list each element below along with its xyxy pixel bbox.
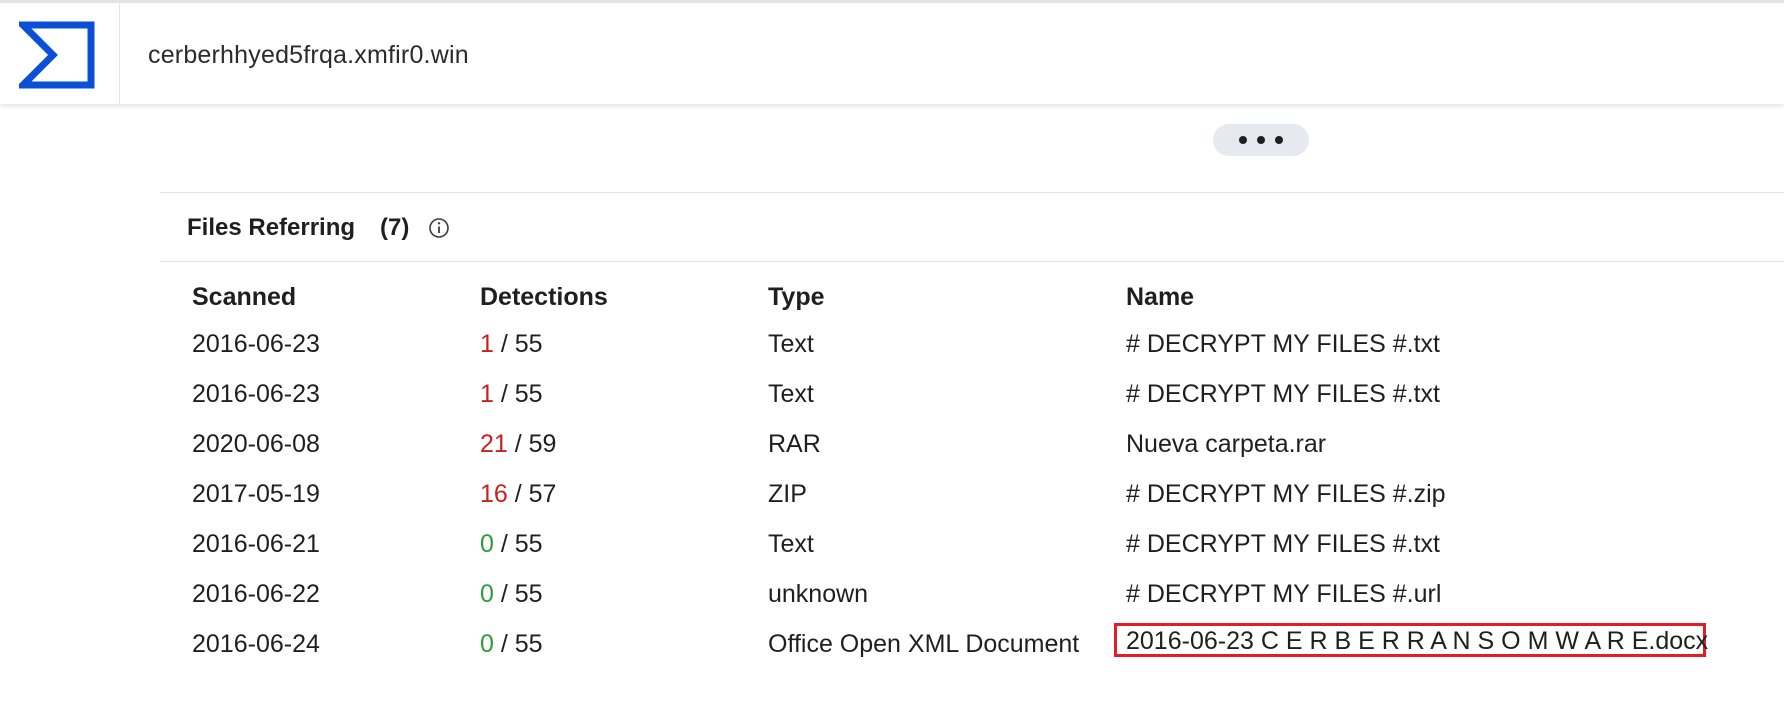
detections-separator: /	[507, 430, 529, 458]
column-header-type[interactable]: Type	[768, 283, 825, 312]
file-name-link[interactable]: # DECRYPT MY FILES #.txt	[1126, 330, 1440, 359]
detections-total: 55	[514, 630, 543, 658]
detections-ratio: 0 / 55	[480, 630, 543, 659]
file-name-link[interactable]: 2016-06-23 C E R B E R R A N S O M W A R…	[1126, 627, 1708, 656]
file-type: Text	[768, 530, 814, 558]
detections-separator: /	[493, 530, 515, 558]
scanned-date: 2020-06-08	[192, 430, 320, 458]
detections-ratio: 0 / 55	[480, 580, 543, 609]
detections-ratio: 16 / 57	[480, 480, 556, 509]
file-type: ZIP	[768, 480, 807, 508]
scanned-date: 2016-06-23	[192, 380, 320, 408]
table-row[interactable]: 2016-06-21 0 / 55 Text # DECRYPT MY FILES #…	[160, 530, 1784, 580]
file-name-link[interactable]: # DECRYPT MY FILES #.url	[1126, 580, 1441, 609]
detections-separator: /	[493, 330, 515, 358]
file-type: Office Open XML Document	[768, 630, 1080, 658]
detections-separator: /	[493, 630, 515, 658]
virustotal-sigma-logo-icon[interactable]	[19, 21, 95, 89]
detections-count: 0	[480, 580, 494, 608]
detections-count: 0	[480, 630, 494, 658]
file-name-link[interactable]: Nueva carpeta.rar	[1126, 430, 1326, 459]
more-horizontal-icon	[1275, 136, 1283, 144]
detections-count: 16	[480, 480, 508, 508]
file-name-link[interactable]: # DECRYPT MY FILES #.zip	[1126, 480, 1446, 509]
file-type: unknown	[768, 580, 869, 608]
detections-total: 59	[528, 430, 557, 458]
detections-ratio: 0 / 55	[480, 530, 543, 559]
section-count: (7)	[380, 214, 410, 241]
table-row[interactable]: 2016-06-23 1 / 55 Text # DECRYPT MY FILES #…	[160, 380, 1784, 430]
detections-total: 55	[514, 330, 543, 358]
detections-ratio: 1 / 55	[480, 330, 543, 359]
scanned-date: 2017-05-19	[192, 480, 320, 508]
detections-count: 0	[480, 530, 494, 558]
file-name-link[interactable]: # DECRYPT MY FILES #.txt	[1126, 530, 1440, 559]
detections-count: 1	[480, 330, 494, 358]
file-type: Text	[768, 380, 814, 408]
files-referring-card: Files Referring (7) Scanned Detections T…	[160, 192, 1784, 708]
more-options-button[interactable]	[1213, 124, 1309, 156]
detections-total: 57	[528, 480, 557, 508]
detections-count: 1	[480, 380, 494, 408]
detections-ratio: 1 / 55	[480, 380, 543, 409]
scanned-date: 2016-06-22	[192, 580, 320, 608]
more-horizontal-icon	[1239, 136, 1247, 144]
table-row[interactable]: 2020-06-08 21 / 59 RAR Nueva carpeta.rar	[160, 430, 1784, 480]
file-type: Text	[768, 330, 814, 358]
section-title: Files Referring	[187, 214, 356, 241]
detections-separator: /	[507, 480, 529, 508]
detections-total: 55	[514, 580, 543, 608]
table-row[interactable]: 2017-05-19 16 / 57 ZIP # DECRYPT MY FILES #…	[160, 480, 1784, 530]
detections-ratio: 21 / 59	[480, 430, 556, 459]
search-input[interactable]: cerberhhyed5frqa.xmfir0.win	[148, 41, 469, 70]
detections-separator: /	[493, 580, 515, 608]
file-name-link[interactable]: # DECRYPT MY FILES #.txt	[1126, 380, 1440, 409]
info-icon[interactable]	[428, 217, 450, 239]
top-bar: cerberhhyed5frqa.xmfir0.win	[0, 0, 1784, 104]
column-header-name[interactable]: Name	[1126, 283, 1194, 312]
file-type: RAR	[768, 430, 821, 458]
logo-link[interactable]	[0, 3, 120, 104]
column-header-scanned[interactable]: Scanned	[192, 283, 296, 312]
card-header: Files Referring (7)	[160, 193, 1784, 262]
table-row[interactable]: 2016-06-24 0 / 55 Office Open XML Document…	[160, 623, 1784, 680]
table-row[interactable]: 2016-06-23 1 / 55 Text # DECRYPT MY FILES #…	[160, 330, 1784, 380]
column-header-detections[interactable]: Detections	[480, 283, 608, 312]
scanned-date: 2016-06-23	[192, 330, 320, 358]
detections-separator: /	[493, 380, 515, 408]
detections-count: 21	[480, 430, 508, 458]
detections-total: 55	[514, 530, 543, 558]
more-horizontal-icon	[1257, 136, 1265, 144]
scanned-date: 2016-06-21	[192, 530, 320, 558]
detections-total: 55	[514, 380, 543, 408]
scanned-date: 2016-06-24	[192, 630, 320, 658]
